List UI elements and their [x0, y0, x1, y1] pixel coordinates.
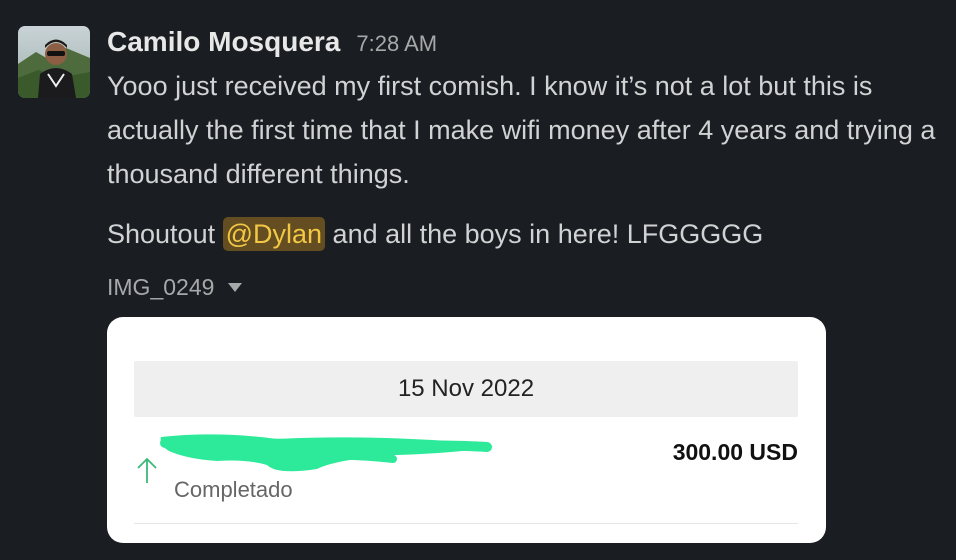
- image-attachment[interactable]: 15 Nov 2022 300.00 USD Completado: [107, 317, 826, 543]
- transaction-date: 15 Nov 2022: [397, 375, 535, 402]
- transaction-amount: 300.00 USD: [672, 439, 798, 465]
- transaction-status: Completado: [174, 477, 293, 502]
- user-mention[interactable]: @Dylan: [222, 217, 326, 251]
- transaction-date-bar: 15 Nov 2022: [134, 361, 798, 417]
- message-text-second: Shoutout @Dylan and all the boys in here…: [107, 212, 763, 256]
- arrow-up-icon: [137, 457, 157, 483]
- avatar-photo: [18, 26, 90, 98]
- redaction-scribble: [160, 434, 493, 472]
- divider: [134, 523, 798, 524]
- attachment-title[interactable]: IMG_0249: [107, 270, 243, 304]
- slack-message: Camilo Mosquera 7:28 AM Yooo just receiv…: [0, 0, 956, 560]
- text-shoutout: Shoutout: [107, 219, 223, 249]
- message-header: Camilo Mosquera 7:28 AM: [107, 24, 437, 60]
- avatar[interactable]: [18, 26, 90, 98]
- text-rest: and all the boys in here! LFGGGGG: [325, 219, 764, 249]
- caret-down-icon[interactable]: [228, 282, 243, 292]
- message-timestamp[interactable]: 7:28 AM: [356, 31, 437, 57]
- author-name[interactable]: Camilo Mosquera: [107, 24, 340, 60]
- attachment-filename: IMG_0249: [107, 274, 215, 300]
- message-text: Yooo just received my first comish. I kn…: [107, 71, 936, 189]
